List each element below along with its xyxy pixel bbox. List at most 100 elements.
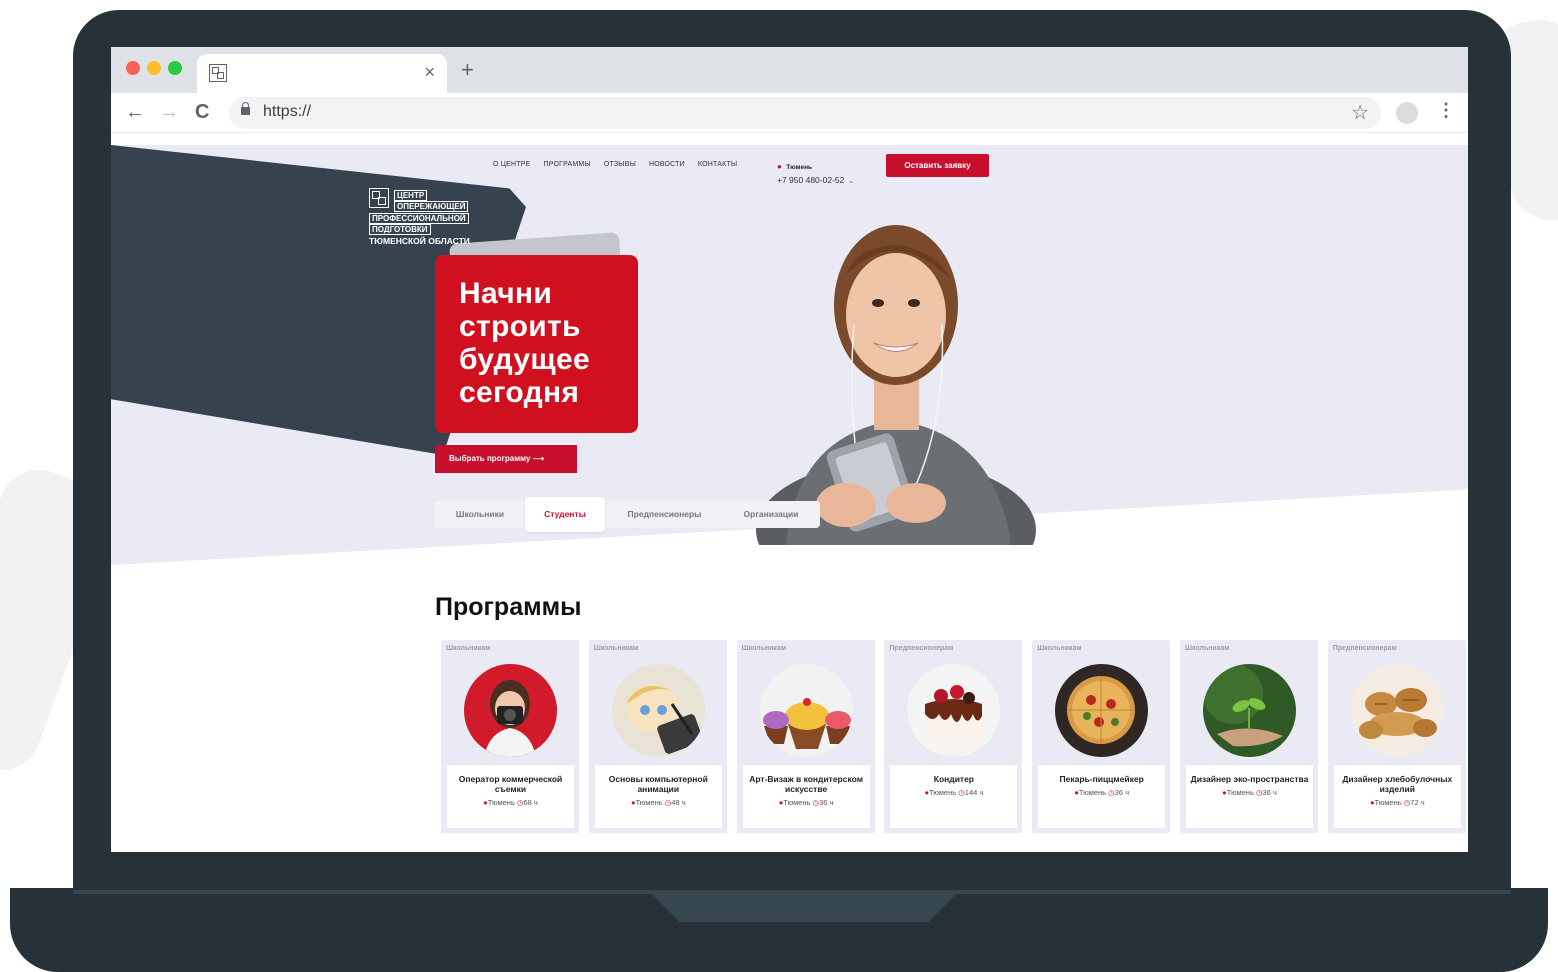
program-card[interactable]: Школьникам Оператор коммерческой съемки … — [441, 640, 579, 833]
program-city: Тюмень — [928, 788, 959, 797]
tab-organizations[interactable]: Организации — [725, 501, 817, 528]
program-hours: 144 ч — [964, 788, 984, 797]
laptop-hinge-line — [73, 890, 1511, 894]
browser-toolbar: ← → C https:// ☆ ⋮ — [111, 93, 1468, 133]
hero-headline: Начни строить будущее сегодня — [459, 277, 590, 409]
submit-application-button[interactable]: Оставить заявку — [886, 154, 989, 177]
maximize-window-dot[interactable] — [168, 61, 182, 75]
program-meta: ●Тюмень ◷72 ч — [1338, 798, 1457, 807]
program-audience-tag: Школьникам — [1037, 645, 1082, 652]
new-tab-icon[interactable]: + — [461, 59, 474, 81]
address-bar[interactable]: https:// ☆ — [229, 97, 1381, 129]
url-text[interactable]: https:// — [263, 103, 311, 121]
hero-photo-student — [756, 225, 1036, 545]
phone-number[interactable]: +7 950 480-02-52 ⌄ — [777, 175, 854, 185]
program-card-body: Дизайнер хлебобулочных изделий ●Тюмень ◷… — [1333, 765, 1461, 828]
program-card[interactable]: Предпенсионерам Дизайнер хлебобулочных и… — [1327, 640, 1466, 833]
program-card-body: Кондитер ●Тюмень ◷144 ч — [890, 765, 1018, 828]
program-city: Тюмень — [487, 798, 517, 807]
logo-line: ЦЕНТР — [394, 190, 428, 201]
browser-tab-bar: × + — [111, 47, 1468, 93]
tab-students[interactable]: Студенты — [525, 497, 605, 532]
browser-tab[interactable]: × — [197, 54, 447, 93]
location-pin-icon: ● — [777, 162, 782, 171]
program-card[interactable]: Школьникам Основы компьютерной анимации … — [588, 640, 727, 833]
profile-avatar[interactable] — [1396, 102, 1418, 124]
nav-link-contacts[interactable]: КОНТАКТЫ — [698, 161, 737, 168]
program-audience-tag: Школьникам — [446, 645, 491, 652]
programs-heading: Программы — [435, 593, 582, 621]
phone-text: +7 950 480-02-52 — [777, 175, 845, 185]
audience-tabs: Школьники Студенты Предпенсионеры Органи… — [435, 497, 820, 532]
program-meta: ●Тюмень ◷144 ч — [894, 788, 1013, 797]
program-city: Тюмень — [783, 798, 813, 807]
forward-icon[interactable]: → — [159, 101, 179, 123]
program-title: Арт-Визаж в кондитерском искусстве — [749, 774, 863, 794]
program-image — [611, 664, 705, 757]
tab-pre-retirees[interactable]: Предпенсионеры — [607, 501, 722, 528]
browser-menu-icon[interactable]: ⋮ — [1437, 100, 1455, 121]
choose-program-button[interactable]: Выбрать программу ⟶ — [435, 445, 577, 473]
program-card[interactable]: Школьникам Пекарь-пиццмейкер ●Тюмень ◷36… — [1032, 640, 1171, 833]
program-city: Тюмень — [1374, 798, 1404, 807]
program-city: Тюмень — [1078, 788, 1109, 797]
program-title: Кондитер — [933, 774, 974, 784]
program-image — [1203, 664, 1296, 757]
logo-line: ПОДГОТОВКИ — [369, 224, 431, 235]
program-meta: ●Тюмень ◷36 ч — [1190, 788, 1309, 797]
program-meta: ●Тюмень ◷48 ч — [599, 798, 718, 807]
favicon-icon — [209, 64, 227, 82]
program-card-body: Основы компьютерной анимации ●Тюмень ◷48… — [594, 765, 722, 828]
program-image — [464, 664, 557, 757]
program-card[interactable]: Школьникам Дизайнер эко-пространства ●Тю… — [1180, 640, 1318, 833]
program-card-body: Пекарь-пиццмейкер ●Тюмень ◷36 ч — [1038, 765, 1166, 828]
programs-list: Школьникам Оператор коммерческой съемки … — [441, 640, 1468, 835]
program-hours: 72 ч — [1410, 798, 1425, 807]
program-title: Пекарь-пиццмейкер — [1059, 774, 1144, 784]
nav-link-about[interactable]: О ЦЕНТРЕ — [493, 161, 531, 168]
program-meta: ●Тюмень ◷36 ч — [747, 798, 866, 807]
program-audience-tag: Школьникам — [1185, 645, 1230, 652]
program-city: Тюмень — [1226, 788, 1256, 797]
program-audience-tag: Школьникам — [593, 645, 639, 652]
program-image — [907, 664, 1001, 757]
logo-line: ПРОФЕССИОНАЛЬНОЙ — [369, 213, 469, 224]
program-title: Оператор коммерческой съемки — [458, 774, 563, 794]
program-title: Основы компьютерной анимации — [608, 774, 708, 794]
program-title: Дизайнер эко-пространства — [1190, 774, 1309, 784]
program-image — [759, 664, 853, 757]
program-city: Тюмень — [635, 798, 665, 807]
city-selector[interactable]: ● Тюмень +7 950 480-02-52 ⌄ — [777, 156, 854, 185]
nav-link-programs[interactable]: ПРОГРАММЫ — [544, 161, 591, 168]
lock-icon — [241, 102, 250, 115]
program-card[interactable]: Предпенсионерам Кондитер ●Тюмень ◷144 ч — [884, 640, 1023, 833]
logo-line: ОПЕРЕЖАЮЩЕЙ — [394, 201, 469, 212]
nav-link-reviews[interactable]: ОТЗЫВЫ — [604, 161, 636, 168]
reload-icon[interactable]: C — [195, 101, 209, 123]
nav-link-news[interactable]: НОВОСТИ — [649, 161, 685, 168]
program-card-body: Дизайнер эко-пространства ●Тюмень ◷36 ч — [1186, 765, 1313, 828]
program-card[interactable]: Школьникам Арт-Визаж в кондитерском иску… — [736, 640, 875, 833]
tab-schoolchildren[interactable]: Школьники — [435, 501, 525, 528]
program-hours: 36 ч — [1262, 788, 1277, 797]
program-audience-tag: Школьникам — [741, 645, 786, 652]
program-meta: ●Тюмень ◷68 ч — [451, 798, 570, 807]
program-image — [1055, 664, 1149, 757]
program-audience-tag: Предпенсионерам — [889, 645, 954, 652]
program-hours: 68 ч — [523, 798, 538, 807]
close-window-dot[interactable] — [126, 61, 140, 75]
tab-close-icon[interactable]: × — [424, 62, 435, 83]
program-hours: 36 ч — [819, 798, 834, 807]
program-hours: 36 ч — [1114, 788, 1130, 797]
program-audience-tag: Предпенсионерам — [1332, 645, 1397, 652]
minimize-window-dot[interactable] — [147, 61, 161, 75]
program-image — [1350, 664, 1444, 757]
back-icon[interactable]: ← — [125, 101, 145, 123]
bookmark-star-icon[interactable]: ☆ — [1351, 100, 1369, 125]
program-meta: ●Тюмень ◷36 ч — [1042, 788, 1161, 797]
logo-line: ТЮМЕНСКОЙ ОБЛАСТИ — [369, 236, 470, 246]
chevron-down-icon[interactable]: ⌄ — [848, 178, 854, 185]
laptop-notch — [652, 894, 956, 922]
site-nav: О ЦЕНТРЕ ПРОГРАММЫ ОТЗЫВЫ НОВОСТИ КОНТАК… — [493, 161, 737, 168]
laptop-screen: × + ← → C https:// ☆ ⋮ ЦЕНТР ОПЕРЕЖАЮЩЕЙ… — [111, 47, 1468, 852]
